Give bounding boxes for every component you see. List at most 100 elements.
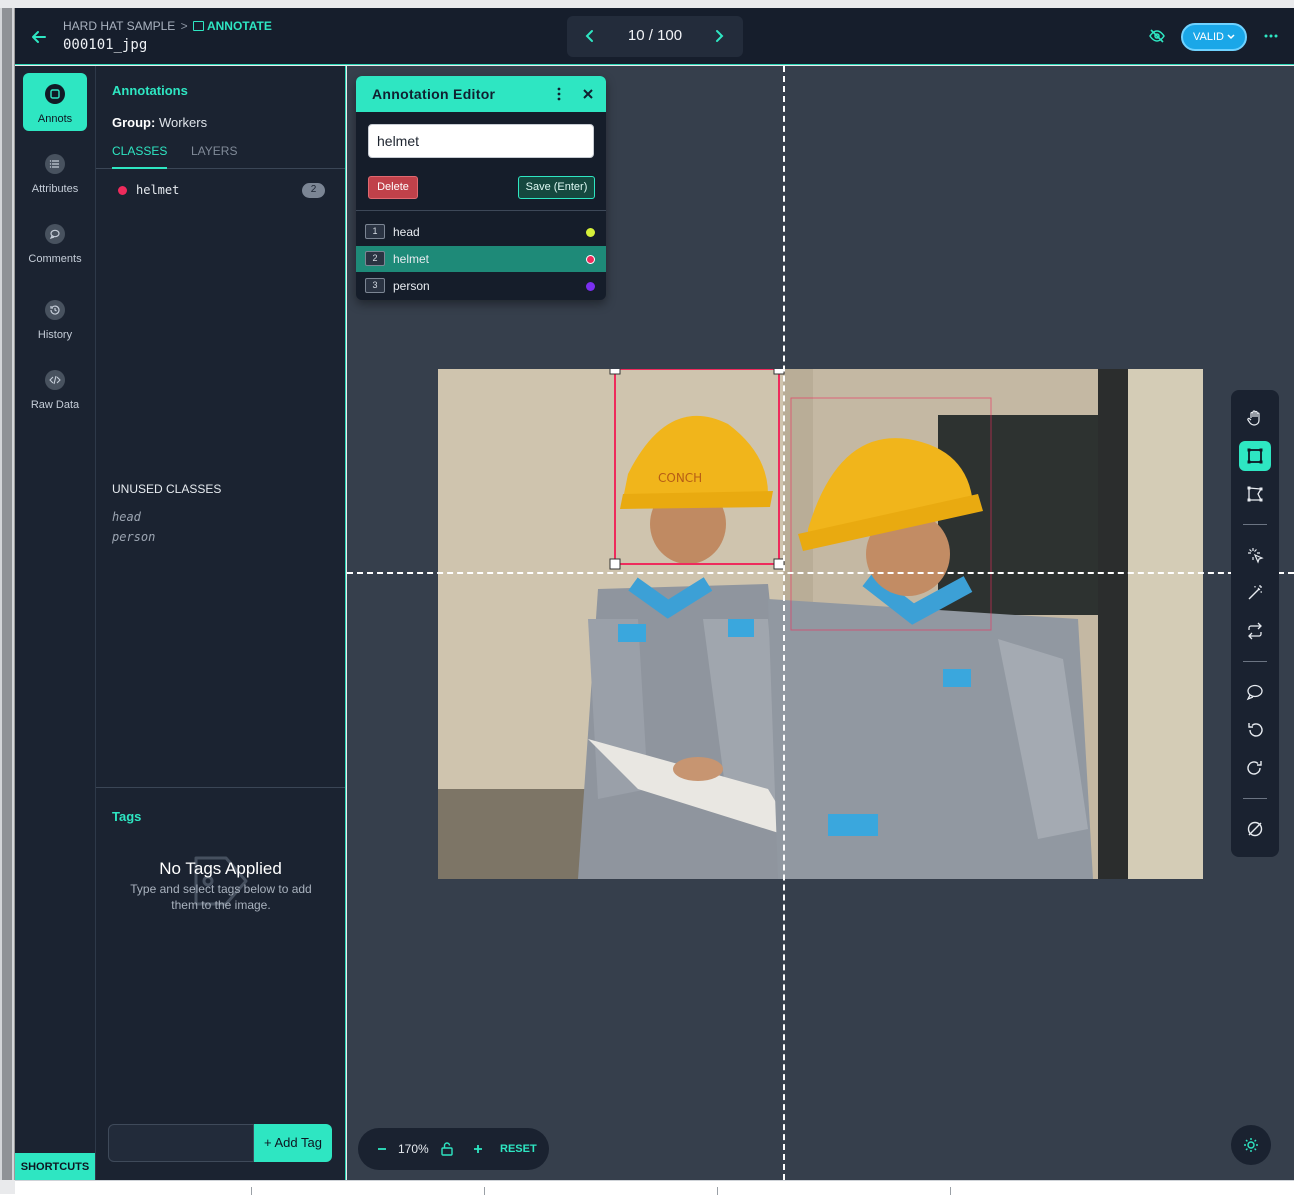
- no-tags-description: Type and select tags below to add them t…: [130, 882, 312, 912]
- undo-icon[interactable]: [1239, 715, 1271, 745]
- magic-wand-tool-icon[interactable]: [1239, 578, 1271, 608]
- crosshair-vertical: [783, 66, 785, 1180]
- more-options-icon[interactable]: [1260, 27, 1282, 45]
- no-tags-title: No Tags Applied: [159, 859, 282, 878]
- option-name: head: [393, 225, 420, 239]
- zoom-out-icon[interactable]: [376, 1140, 388, 1158]
- image-pager: 10 / 100: [567, 16, 743, 57]
- panel-title: Annotations: [112, 83, 188, 98]
- close-icon[interactable]: [580, 85, 596, 103]
- option-number: 1: [365, 224, 385, 239]
- rail-item-annots[interactable]: Annots: [23, 73, 87, 131]
- option-name: person: [393, 279, 430, 293]
- editor-title: Annotation Editor: [372, 86, 496, 102]
- toolbar-separator: [1243, 524, 1267, 525]
- list-icon: [45, 154, 65, 174]
- settings-icon[interactable]: [1231, 1125, 1271, 1165]
- repeat-tool-icon[interactable]: [1239, 616, 1271, 646]
- annotation-canvas[interactable]: CONCH Annotation Editor helmet Delete Sa…: [347, 66, 1294, 1180]
- shortcuts-button[interactable]: SHORTCUTS: [15, 1153, 95, 1180]
- rail-item-label: Attributes: [31, 183, 79, 195]
- rail-item-label: History: [37, 329, 73, 341]
- app-window: HARD HAT SAMPLE > ANNOTATE 000101_jpg 10…: [0, 0, 1294, 1195]
- toolbar-separator: [1243, 661, 1267, 662]
- annotated-image[interactable]: CONCH: [438, 369, 1203, 879]
- option-color-dot: [586, 228, 595, 237]
- zoom-level: 170%: [398, 1142, 429, 1156]
- comment-icon: [45, 224, 65, 244]
- class-option-person[interactable]: 3 person: [356, 273, 606, 299]
- zoom-controls: 170% RESET: [358, 1128, 549, 1170]
- tool-palette: [1231, 390, 1279, 857]
- option-color-dot: [586, 255, 595, 264]
- zoom-reset-button[interactable]: RESET: [500, 1143, 537, 1155]
- svg-text:CONCH: CONCH: [658, 471, 702, 485]
- option-name: helmet: [393, 252, 430, 266]
- class-name-input[interactable]: helmet: [368, 124, 594, 158]
- rail-item-raw-data[interactable]: Raw Data: [23, 359, 87, 417]
- comment-tool-icon[interactable]: [1239, 677, 1271, 707]
- class-color-dot: [118, 186, 127, 195]
- pager-count: 10 / 100: [627, 27, 683, 44]
- hide-annotations-icon[interactable]: [1148, 27, 1166, 45]
- bottom-ruler: [15, 1180, 1294, 1195]
- side-rail: Annots Attributes Comments History Raw D…: [15, 66, 96, 1180]
- unused-class-item: person: [112, 530, 156, 544]
- image-icon: [192, 21, 204, 31]
- unlock-icon[interactable]: [440, 1141, 454, 1157]
- tab-classes[interactable]: CLASSES: [112, 144, 168, 169]
- chevron-down-icon: [1227, 34, 1235, 40]
- pan-tool-icon[interactable]: [1239, 403, 1271, 433]
- delete-button[interactable]: Delete: [368, 176, 418, 199]
- previous-image-button[interactable]: [579, 25, 601, 47]
- annotation-icon: [45, 84, 65, 104]
- breadcrumb-separator: >: [180, 19, 188, 33]
- tags-title: Tags: [112, 809, 142, 824]
- add-tag-button[interactable]: + Add Tag: [254, 1124, 332, 1162]
- rail-item-attributes[interactable]: Attributes: [23, 143, 87, 201]
- polygon-tool-icon[interactable]: [1239, 479, 1271, 509]
- tag-input[interactable]: [108, 1124, 254, 1162]
- smart-select-tool-icon[interactable]: [1239, 540, 1271, 570]
- image-filename: 000101_jpg: [63, 37, 148, 53]
- rail-item-comments[interactable]: Comments: [23, 213, 87, 271]
- class-option-head[interactable]: 1 head: [356, 219, 606, 245]
- browser-scrollbar[interactable]: [0, 8, 15, 1180]
- divider: [356, 210, 606, 211]
- status-dropdown-button[interactable]: VALID: [1181, 23, 1247, 51]
- save-button[interactable]: Save (Enter): [518, 176, 595, 199]
- clear-icon[interactable]: [1239, 814, 1271, 844]
- class-option-helmet[interactable]: 2 helmet: [356, 246, 606, 272]
- tags-section: Tags No Tags Applied Type and select tag…: [96, 787, 345, 1180]
- unused-class-item: head: [112, 510, 141, 524]
- code-icon: [45, 370, 65, 390]
- rail-item-history[interactable]: History: [23, 289, 87, 347]
- top-bar: HARD HAT SAMPLE > ANNOTATE 000101_jpg 10…: [15, 8, 1294, 65]
- group-value: Workers: [158, 115, 208, 130]
- class-row-helmet[interactable]: helmet 2: [112, 181, 328, 199]
- tab-layers[interactable]: LAYERS: [191, 144, 237, 169]
- breadcrumb: HARD HAT SAMPLE > ANNOTATE: [63, 19, 272, 33]
- zoom-in-icon[interactable]: [471, 1141, 485, 1157]
- redo-icon[interactable]: [1239, 753, 1271, 783]
- editor-header[interactable]: Annotation Editor: [356, 76, 606, 112]
- next-image-button[interactable]: [708, 25, 730, 47]
- breadcrumb-project[interactable]: HARD HAT SAMPLE: [63, 19, 175, 33]
- unused-classes-title: UNUSED CLASSES: [112, 482, 222, 496]
- option-number: 2: [365, 251, 385, 266]
- toolbar-separator: [1243, 798, 1267, 799]
- rail-item-label: Raw Data: [30, 399, 80, 411]
- crosshair-horizontal: [347, 572, 1294, 574]
- breadcrumb-mode: ANNOTATE: [206, 19, 272, 33]
- annotation-editor: Annotation Editor helmet Delete Save (En…: [356, 76, 606, 300]
- group-label: Group:: [112, 115, 156, 130]
- panel-tabs: CLASSES LAYERS: [96, 144, 345, 169]
- kebab-menu-icon[interactable]: [552, 85, 566, 103]
- bounding-box-tool-icon[interactable]: [1239, 441, 1271, 471]
- status-label: VALID: [1193, 31, 1224, 43]
- class-count-badge: 2: [302, 183, 325, 198]
- rail-item-label: Comments: [28, 253, 82, 265]
- history-icon: [45, 300, 65, 320]
- class-name: helmet: [136, 183, 180, 197]
- back-arrow-icon[interactable]: [29, 28, 49, 46]
